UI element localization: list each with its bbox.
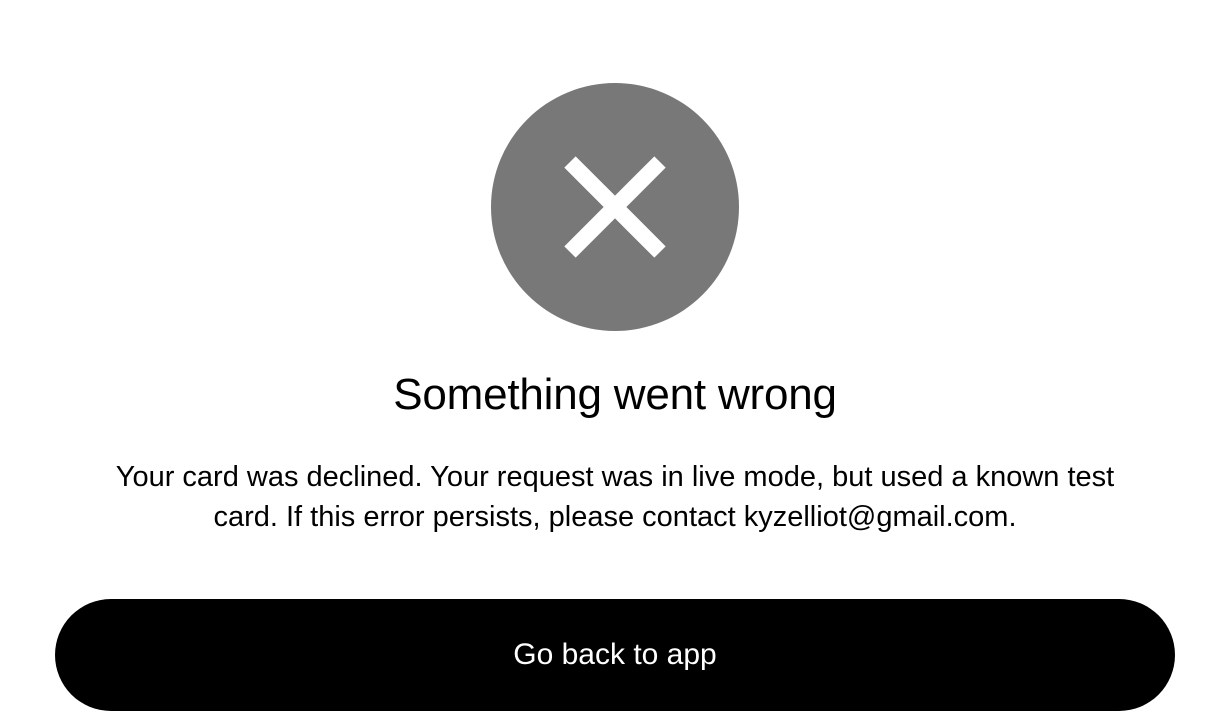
- error-status-icon: [491, 83, 739, 331]
- close-icon: [564, 156, 666, 258]
- go-back-to-app-button[interactable]: Go back to app: [55, 599, 1175, 711]
- error-message: Your card was declined. Your request was…: [115, 461, 1115, 533]
- error-title: Something went wrong: [393, 370, 837, 419]
- error-page: Something went wrong Your card was decli…: [0, 0, 1230, 724]
